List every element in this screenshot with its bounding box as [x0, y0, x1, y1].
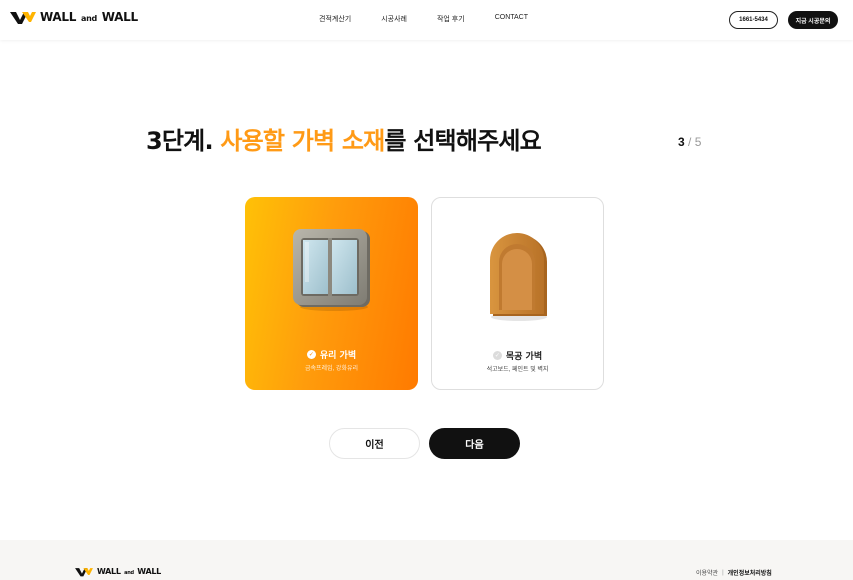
inquiry-button[interactable]: 지금 시공문의 [788, 11, 838, 29]
title-highlight: 사용할 가벽 소재 [220, 127, 385, 155]
nav-estimate-calculator[interactable]: 견적계산기 [319, 14, 351, 24]
nav-portfolio[interactable]: 시공사례 [381, 14, 407, 24]
header-logo[interactable]: WALL and WALL [10, 9, 138, 25]
check-circle-outline-icon: ✓ [492, 351, 502, 360]
privacy-link[interactable]: 개인정보처리방침 [728, 568, 772, 577]
check-circle-icon: ✓ [306, 350, 316, 359]
option-card-wood[interactable]: ✓ 목공 가벽 석고보드, 페인트 및 벽지 [431, 197, 604, 390]
phone-button[interactable]: 1661-5434 [729, 11, 778, 29]
footer-divider: | [722, 569, 724, 576]
step-indicator: 3 / 5 [678, 135, 702, 149]
main-nav: 견적계산기 시공사례 작업 후기 CONTACT [303, 14, 528, 24]
step-total: 5 [694, 135, 702, 149]
option-label: 유리 가벽 [319, 351, 357, 361]
page-title: 3단계. 사용할 가벽 소재를 선택해주세요 [146, 127, 542, 155]
wall-logo-icon [75, 568, 93, 577]
glass-window-icon [292, 229, 370, 311]
wall-logo-icon [10, 12, 36, 24]
option-label-row: ✓ 유리 가벽 [245, 348, 418, 361]
option-description: 석고보드, 페인트 및 벽지 [486, 367, 549, 373]
terms-link[interactable]: 이용약관 [696, 568, 718, 577]
logo-text: WALL and WALL [40, 10, 138, 24]
option-card-glass[interactable]: ✓ 유리 가벽 금속프레임, 강화유리 [245, 197, 418, 390]
wooden-arch-icon [489, 233, 547, 321]
logo-text: WALL and WALL [97, 567, 161, 576]
option-label: 목공 가벽 [505, 352, 543, 362]
step-current: 3 [678, 135, 685, 149]
site-footer: WALL and WALL 이용약관 | 개인정보처리방침 [0, 540, 853, 580]
footer-links: 이용약관 | 개인정보처리방침 [696, 568, 772, 578]
nav-reviews[interactable]: 작업 후기 [437, 14, 465, 24]
site-header: WALL and WALL 견적계산기 시공사례 작업 후기 CONTACT 1… [0, 0, 853, 40]
footer-logo[interactable]: WALL and WALL [75, 566, 161, 577]
prev-button[interactable]: 이전 [329, 428, 420, 459]
option-label-row: ✓ 목공 가벽 [432, 349, 603, 362]
nav-contact[interactable]: CONTACT [495, 14, 528, 24]
next-button[interactable]: 다음 [429, 428, 520, 459]
option-description: 금속프레임, 강화유리 [304, 366, 358, 372]
